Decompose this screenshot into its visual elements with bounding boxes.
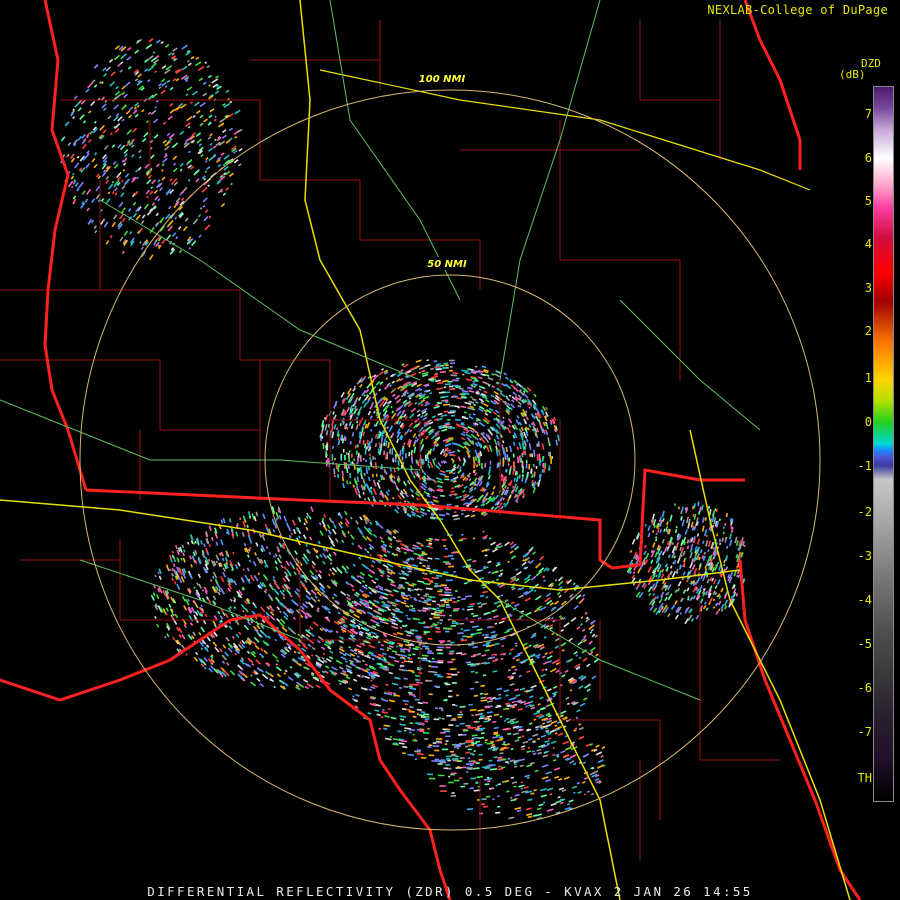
- legend-tick-label: -2: [857, 505, 872, 519]
- range-ring-label-100: 100 NMI: [419, 74, 466, 85]
- legend-tick-label: -5: [857, 637, 872, 651]
- legend-tick-label: 6: [864, 151, 872, 165]
- legend-tick-label: 0: [864, 415, 872, 429]
- legend-tick-label: -6: [857, 681, 872, 695]
- legend-tick-label: -3: [857, 549, 872, 563]
- radar-map: 100 NMI 50 NMI: [0, 0, 900, 900]
- legend-tick-label: -7: [857, 725, 872, 739]
- legend-tick-label: 2: [864, 324, 872, 338]
- legend-tick-label: 4: [864, 237, 872, 251]
- legend-tick-label: -1: [857, 459, 872, 473]
- color-scale-ticks: 7 6 5 4 3 2 1 0 -1 -2 -3 -4 -5 -6 -7 TH: [856, 86, 872, 800]
- legend-units: (dB): [839, 68, 866, 81]
- source-credit: NEXLAB-College of DuPage: [707, 3, 888, 17]
- legend-tick-label: 3: [864, 281, 872, 295]
- legend-tick-label: TH: [857, 771, 872, 785]
- color-scale-bar: [873, 86, 894, 802]
- legend-header: DZD (dB): [839, 58, 881, 80]
- legend-tick-label: 7: [864, 107, 872, 121]
- legend-tick-label: -4: [857, 593, 872, 607]
- range-ring-label-50: 50 NMI: [427, 259, 467, 270]
- legend-tick-label: 1: [864, 371, 872, 385]
- product-caption: DIFFERENTIAL REFLECTIVITY (ZDR) 0.5 DEG …: [147, 884, 753, 899]
- legend-tick-label: 5: [864, 194, 872, 208]
